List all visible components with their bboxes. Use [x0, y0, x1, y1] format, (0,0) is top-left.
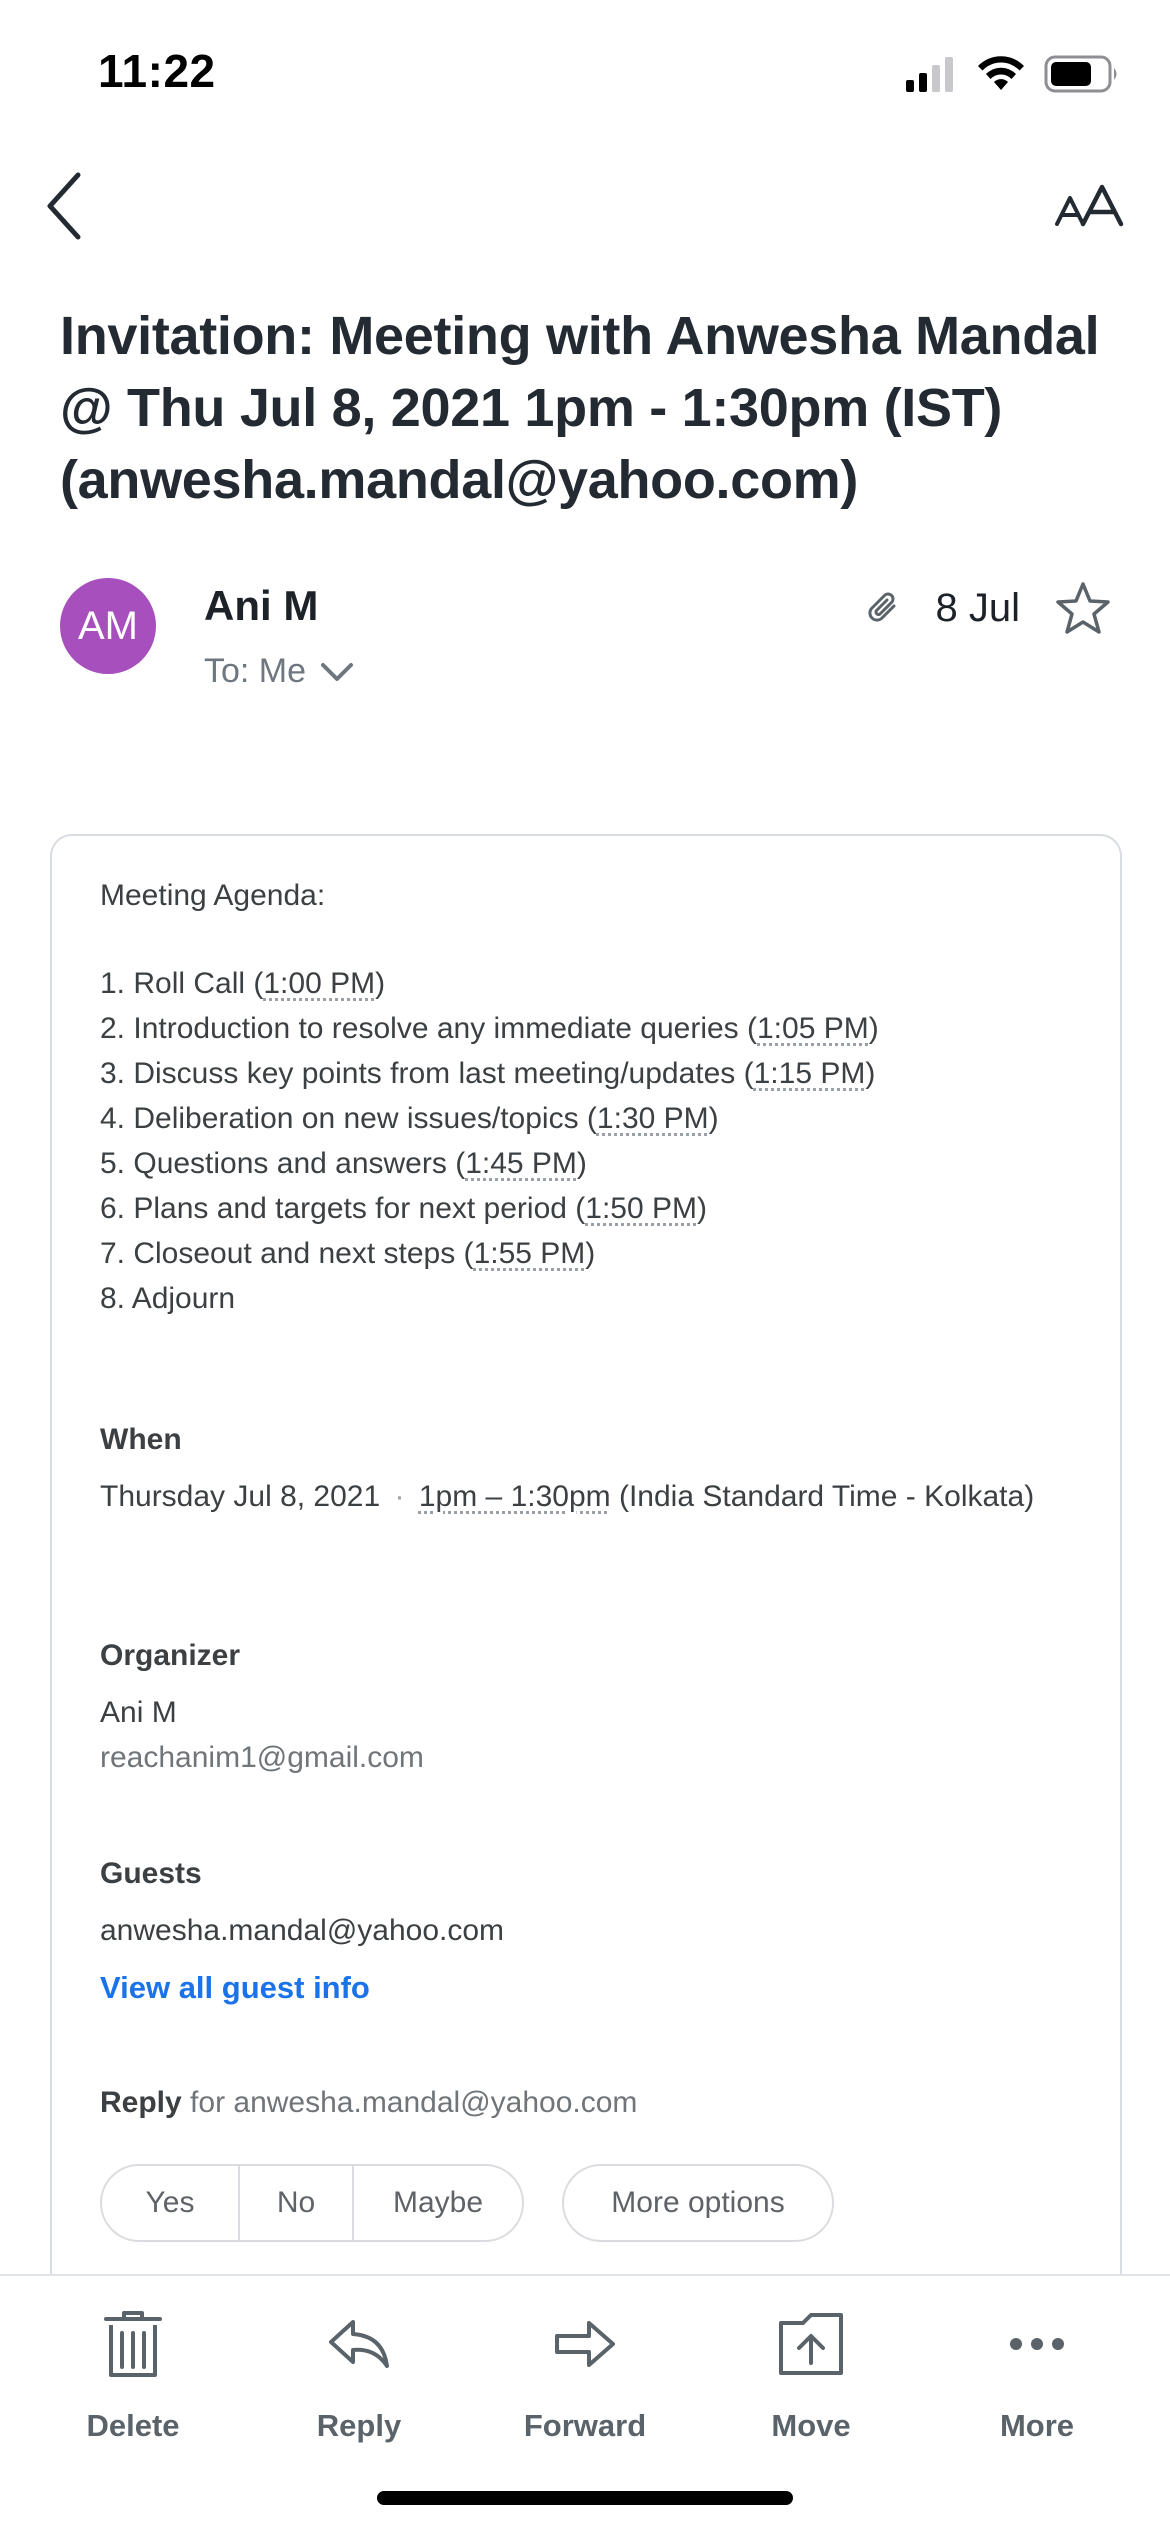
- text-size-button[interactable]: [1050, 178, 1130, 234]
- reply-section: Reply for anwesha.mandal@yahoo.com: [100, 2086, 1080, 2120]
- forward-arrow-icon: [555, 2321, 615, 2367]
- time-link[interactable]: 1:00 PM: [263, 967, 375, 1000]
- organizer-heading: Organizer: [100, 1639, 241, 1672]
- agenda-item: 5. Questions and answers (1:45 PM): [100, 1147, 587, 1180]
- attachment-icon: [867, 592, 895, 622]
- guests-heading: Guests: [100, 1857, 202, 1890]
- time-link[interactable]: 1:50 PM: [585, 1192, 697, 1225]
- guests-section: Guests anwesha.mandal@yahoo.com View all…: [100, 1854, 1080, 2010]
- time-link[interactable]: 1:15 PM: [754, 1057, 866, 1090]
- agenda-item: 3. Discuss key points from last meeting/…: [100, 1057, 876, 1090]
- invitation-card: Meeting Agenda: 1. Roll Call (1:00 PM) 2…: [50, 834, 1122, 2284]
- event-time-range[interactable]: 1pm – 1:30pm: [419, 1480, 611, 1513]
- recipient-label: To: Me: [204, 652, 307, 690]
- avatar[interactable]: AM: [60, 578, 156, 674]
- reply-for: for anwesha.mandal@yahoo.com: [190, 2086, 638, 2119]
- time-link[interactable]: 1:05 PM: [757, 1012, 869, 1045]
- reply-heading: Reply: [100, 2086, 182, 2119]
- forward-button[interactable]: Forward: [485, 2304, 685, 2444]
- more-options-button[interactable]: More options: [562, 2164, 834, 2242]
- event-date: Thursday Jul 8, 2021: [100, 1480, 381, 1513]
- agenda-item: 1. Roll Call (1:00 PM): [100, 967, 386, 1000]
- cellular-signal-icon: [906, 57, 953, 92]
- status-time: 11:22: [98, 45, 216, 97]
- rsvp-row: Yes No Maybe More options: [100, 2164, 834, 2242]
- message-meta: 8 Jul: [864, 578, 1113, 638]
- time-link[interactable]: 1:55 PM: [474, 1237, 586, 1270]
- reply-label: Reply: [316, 2408, 402, 2443]
- organizer-name: Ani M: [100, 1696, 177, 1729]
- message-date: 8 Jul: [935, 585, 1021, 630]
- time-link[interactable]: 1:30 PM: [597, 1102, 709, 1135]
- move-button[interactable]: Move: [711, 2304, 911, 2444]
- sender-name[interactable]: Ani M: [204, 582, 318, 630]
- guest-email[interactable]: anwesha.mandal@yahoo.com: [100, 1908, 1080, 1953]
- when-heading: When: [100, 1423, 182, 1456]
- when-details: Thursday Jul 8, 2021 · 1pm – 1:30pm (Ind…: [100, 1474, 1080, 1519]
- move-to-folder-icon: [779, 2313, 843, 2375]
- organizer-email[interactable]: reachanim1@gmail.com: [100, 1735, 1080, 1780]
- status-bar: 11:22: [0, 0, 1170, 150]
- view-all-guests-link[interactable]: View all guest info: [100, 1965, 1080, 2010]
- separator: ·: [394, 1480, 405, 1513]
- organizer-section: Organizer Ani M reachanim1@gmail.com: [100, 1636, 1080, 1780]
- status-icons: [906, 52, 1120, 96]
- back-button[interactable]: [34, 168, 94, 244]
- forward-label: Forward: [523, 2408, 647, 2443]
- delete-label: Delete: [86, 2408, 180, 2443]
- wifi-icon: [978, 56, 1024, 90]
- time-link[interactable]: 1:45 PM: [465, 1147, 577, 1180]
- rsvp-no-button[interactable]: No: [240, 2166, 354, 2240]
- toolbar-buttons: Delete Reply Forward Move More: [0, 2304, 1170, 2444]
- event-timezone: (India Standard Time - Kolkata): [618, 1480, 1035, 1513]
- more-button[interactable]: More: [937, 2304, 1137, 2444]
- rsvp-group: Yes No Maybe: [100, 2164, 524, 2242]
- rsvp-maybe-button[interactable]: Maybe: [354, 2166, 522, 2240]
- more-dots-icon: [1010, 2338, 1064, 2350]
- agenda-item: 7. Closeout and next steps (1:55 PM): [100, 1237, 596, 1270]
- chevron-left-icon: [47, 172, 81, 240]
- agenda-item: 8. Adjourn: [100, 1282, 236, 1315]
- agenda: Meeting Agenda: 1. Roll Call (1:00 PM) 2…: [100, 876, 1080, 1321]
- agenda-item: 2. Introduction to resolve any immediate…: [100, 1012, 879, 1045]
- home-indicator: [377, 2491, 793, 2505]
- reply-label: Reply for anwesha.mandal@yahoo.com: [100, 2086, 1080, 2120]
- agenda-item: 4. Deliberation on new issues/topics (1:…: [100, 1102, 719, 1135]
- trash-icon: [104, 2311, 162, 2377]
- reply-button[interactable]: Reply: [259, 2304, 459, 2444]
- text-size-icon: [1055, 184, 1124, 227]
- email-subject: Invitation: Meeting with Anwesha Mandal …: [60, 306, 1100, 510]
- reply-icon: [329, 2320, 389, 2368]
- bottom-toolbar: Delete Reply Forward Move More: [0, 2274, 1170, 2532]
- agenda-list: 1. Roll Call (1:00 PM) 2. Introduction t…: [100, 961, 1080, 1321]
- delete-button[interactable]: Delete: [33, 2304, 233, 2444]
- when-section: When Thursday Jul 8, 2021 · 1pm – 1:30pm…: [100, 1420, 1080, 1519]
- battery-icon: [1044, 55, 1117, 93]
- star-icon[interactable]: [1054, 580, 1112, 636]
- move-label: Move: [771, 2408, 851, 2443]
- chevron-down-icon: [321, 662, 354, 681]
- agenda-item: 6. Plans and targets for next period (1:…: [100, 1192, 708, 1225]
- recipient-toggle[interactable]: To: Me: [204, 652, 354, 691]
- agenda-title: Meeting Agenda:: [100, 879, 326, 912]
- rsvp-yes-button[interactable]: Yes: [102, 2166, 240, 2240]
- more-label: More: [999, 2408, 1075, 2443]
